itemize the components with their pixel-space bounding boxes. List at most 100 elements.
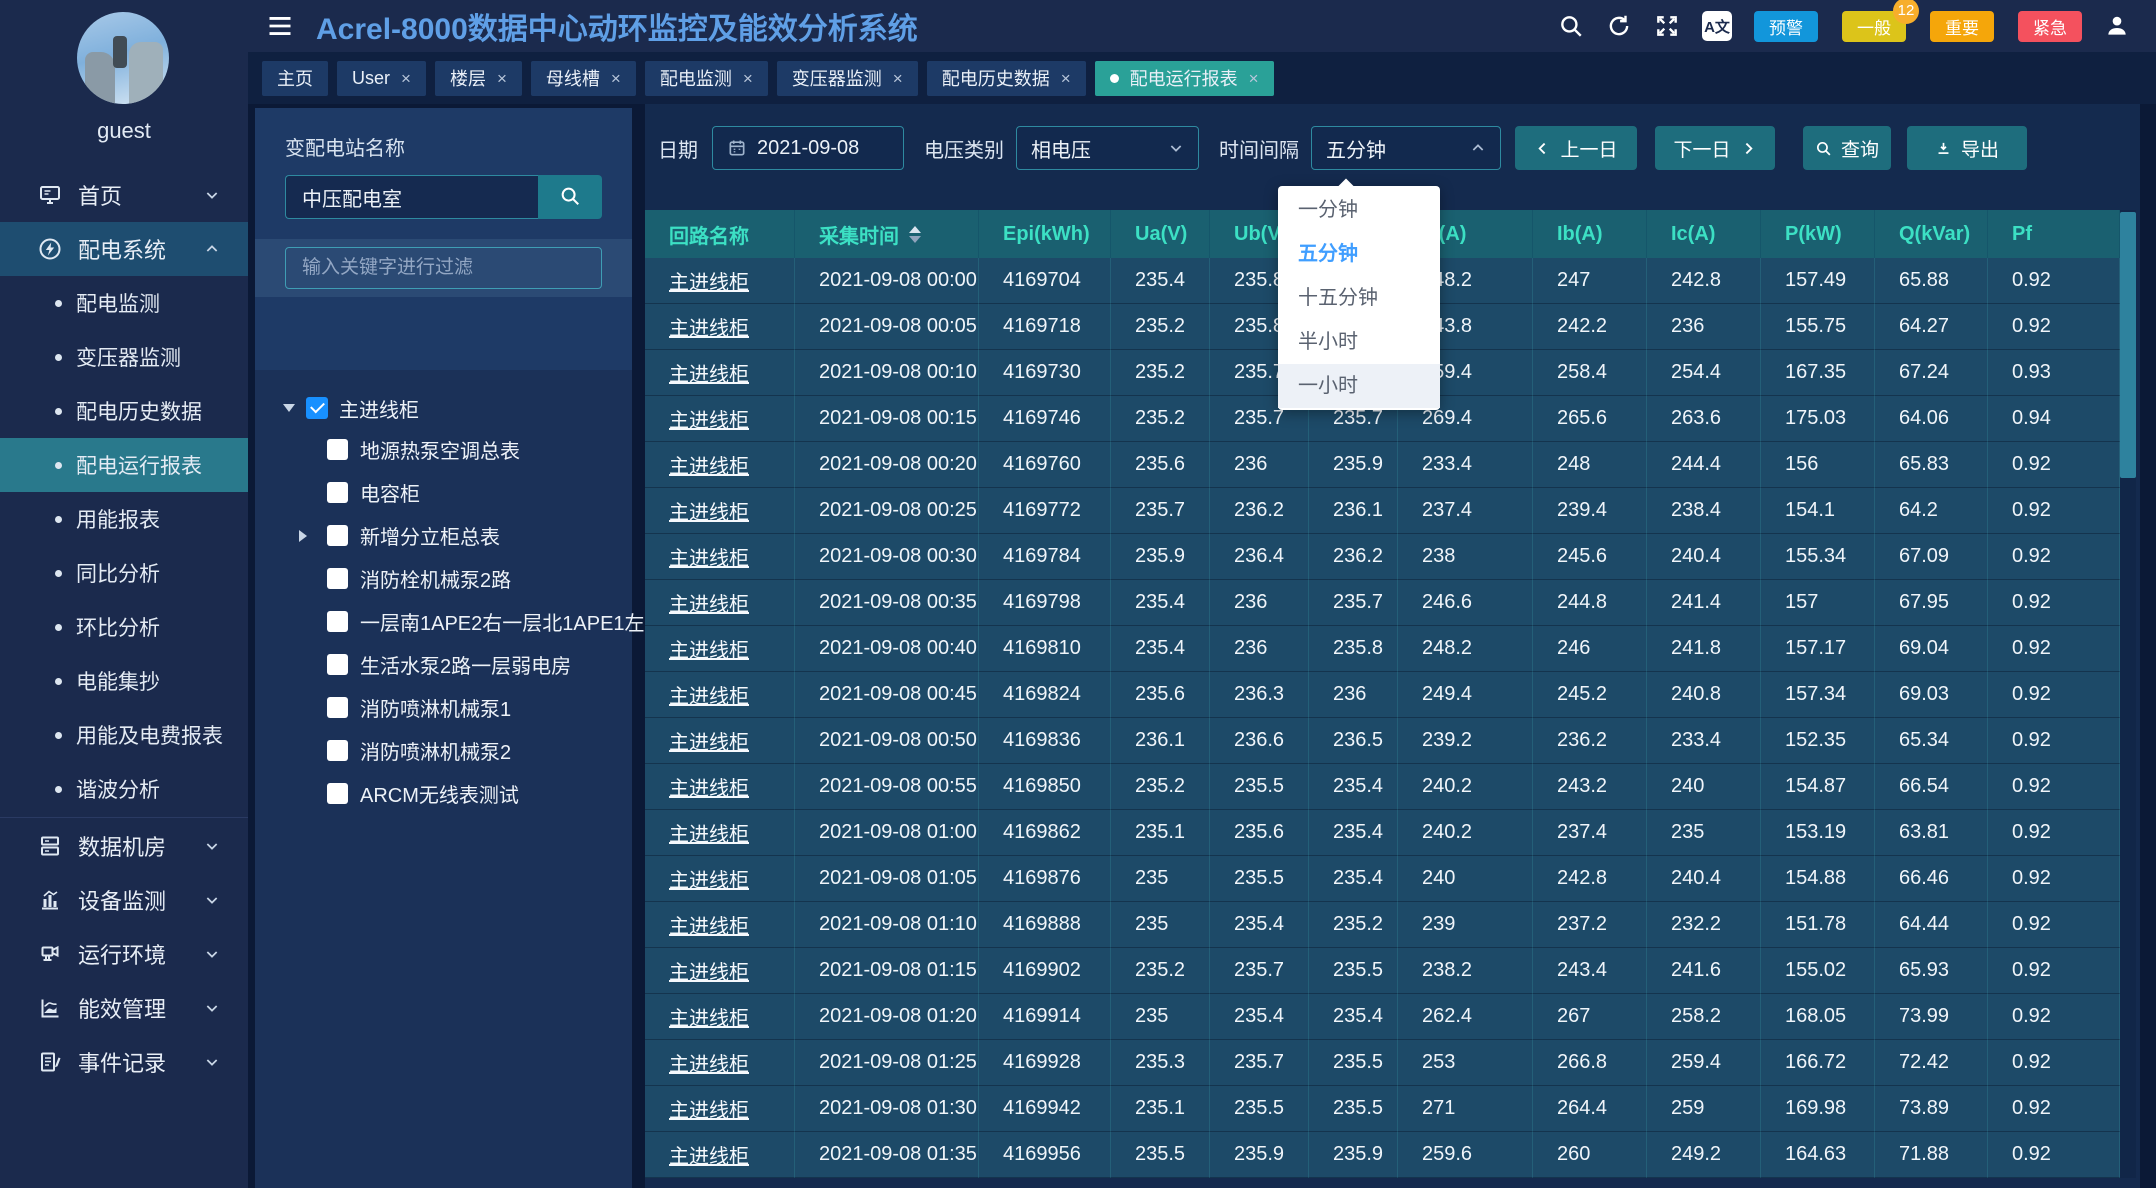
column-header[interactable]: 采集时间 <box>795 210 979 258</box>
checkbox-unchecked[interactable] <box>327 568 348 589</box>
circuit-link[interactable]: 主进线柜 <box>669 910 749 939</box>
tree-expand-icon[interactable] <box>299 700 315 716</box>
table-row[interactable]: 主进线柜 2021-09-08 01:20 4169914 235 235.4 … <box>645 994 2120 1040</box>
table-row[interactable]: 主进线柜 2021-09-08 00:20 4169760 235.6 236 … <box>645 442 2120 488</box>
circuit-link[interactable]: 主进线柜 <box>669 1094 749 1123</box>
interval-select[interactable]: 五分钟 <box>1311 126 1501 170</box>
column-header[interactable]: Epi(kWh) <box>979 210 1111 258</box>
sidebar-subitem[interactable]: 电能集抄 <box>0 654 248 708</box>
user-icon[interactable] <box>2104 13 2130 39</box>
station-search-button[interactable] <box>538 175 602 219</box>
translate-icon[interactable]: A文 <box>1702 11 1732 41</box>
next-day-button[interactable]: 下一日 <box>1655 126 1775 170</box>
tree-item[interactable]: 生活水泵2路一层弱电房 <box>255 643 632 686</box>
alarm-button[interactable]: 一般 12 <box>1842 11 1906 42</box>
dropdown-option[interactable]: 一小时 <box>1278 364 1440 408</box>
circuit-link[interactable]: 主进线柜 <box>669 864 749 893</box>
circuit-link[interactable]: 主进线柜 <box>669 1002 749 1031</box>
column-header[interactable]: Ib(A) <box>1533 210 1647 258</box>
checkbox-unchecked[interactable] <box>327 482 348 503</box>
tree-expand-icon[interactable] <box>299 614 315 630</box>
table-row[interactable]: 主进线柜 2021-09-08 01:05 4169876 235 235.5 … <box>645 856 2120 902</box>
tree-expand-icon[interactable] <box>299 528 315 544</box>
circuit-link[interactable]: 主进线柜 <box>669 358 749 387</box>
tree-expand-icon[interactable] <box>299 571 315 587</box>
tab[interactable]: 配电历史数据 <box>927 61 1086 96</box>
close-icon[interactable] <box>1061 70 1071 87</box>
refresh-icon[interactable] <box>1606 13 1632 39</box>
tree-item[interactable]: 电容柜 <box>255 471 632 514</box>
sidebar-subitem[interactable]: 配电历史数据 <box>0 384 248 438</box>
sidebar-item-home[interactable]: 首页 <box>0 168 248 222</box>
date-input[interactable]: 2021-09-08 <box>712 126 904 170</box>
sidebar-item-group[interactable]: 能效管理 <box>0 981 248 1035</box>
checkbox-unchecked[interactable] <box>327 697 348 718</box>
dropdown-option[interactable]: 半小时 <box>1278 320 1440 364</box>
sidebar-subitem[interactable]: 用能及电费报表 <box>0 708 248 762</box>
fullscreen-icon[interactable] <box>1654 13 1680 39</box>
column-header[interactable]: 回路名称 <box>645 210 795 258</box>
tree-item[interactable]: 消防喷淋机械泵1 <box>255 686 632 729</box>
tree-item[interactable]: 新增分立柜总表 <box>255 514 632 557</box>
circuit-link[interactable]: 主进线柜 <box>669 818 749 847</box>
circuit-link[interactable]: 主进线柜 <box>669 266 749 295</box>
sidebar-item-power[interactable]: 配电系统 <box>0 222 248 276</box>
dropdown-option[interactable]: 一分钟 <box>1278 188 1440 232</box>
tab[interactable]: 主页 <box>262 61 328 96</box>
tree-collapse-icon[interactable] <box>283 404 295 412</box>
table-row[interactable]: 主进线柜 2021-09-08 01:15 4169902 235.2 235.… <box>645 948 2120 994</box>
tab[interactable]: 配电监测 <box>645 61 768 96</box>
tree-root-item[interactable]: 主进线柜 <box>255 388 632 428</box>
sidebar-item-group[interactable]: 设备监测 <box>0 873 248 927</box>
query-button[interactable]: 查询 <box>1803 126 1891 170</box>
circuit-link[interactable]: 主进线柜 <box>669 1140 749 1169</box>
tree-expand-icon[interactable] <box>299 442 315 458</box>
sidebar-subitem[interactable]: 环比分析 <box>0 600 248 654</box>
checkbox-unchecked[interactable] <box>327 611 348 632</box>
circuit-link[interactable]: 主进线柜 <box>669 542 749 571</box>
close-icon[interactable] <box>401 70 411 87</box>
table-row[interactable]: 主进线柜 2021-09-08 01:25 4169928 235.3 235.… <box>645 1040 2120 1086</box>
sort-desc-icon[interactable] <box>909 236 921 243</box>
column-header[interactable]: Pf <box>1988 210 2120 258</box>
close-icon[interactable] <box>743 70 753 87</box>
circuit-link[interactable]: 主进线柜 <box>669 312 749 341</box>
table-row[interactable]: 主进线柜 2021-09-08 00:50 4169836 236.1 236.… <box>645 718 2120 764</box>
alarm-button[interactable]: 重要 <box>1930 11 1994 42</box>
table-row[interactable]: 主进线柜 2021-09-08 00:55 4169850 235.2 235.… <box>645 764 2120 810</box>
checkbox-unchecked[interactable] <box>327 783 348 804</box>
voltage-type-select[interactable]: 相电压 <box>1016 126 1199 170</box>
table-row[interactable]: 主进线柜 2021-09-08 00:40 4169810 235.4 236 … <box>645 626 2120 672</box>
circuit-link[interactable]: 主进线柜 <box>669 404 749 433</box>
close-icon[interactable] <box>611 70 621 87</box>
tab[interactable]: 变压器监测 <box>777 61 918 96</box>
close-icon[interactable] <box>497 70 507 87</box>
sidebar-subitem[interactable]: 同比分析 <box>0 546 248 600</box>
sidebar-subitem[interactable]: 配电运行报表 <box>0 438 248 492</box>
close-icon[interactable] <box>893 70 903 87</box>
table-row[interactable]: 主进线柜 2021-09-08 01:00 4169862 235.1 235.… <box>645 810 2120 856</box>
column-header[interactable]: Q(kVar) <box>1875 210 1988 258</box>
circuit-link[interactable]: 主进线柜 <box>669 588 749 617</box>
sort-icons[interactable] <box>909 226 921 243</box>
tree-item[interactable]: 一层南1APE2右一层北1APE1左 <box>255 600 632 643</box>
column-header[interactable]: P(kW) <box>1761 210 1875 258</box>
circuit-link[interactable]: 主进线柜 <box>669 496 749 525</box>
station-search-input[interactable] <box>285 175 538 219</box>
tree-expand-icon[interactable] <box>299 743 315 759</box>
checkbox-unchecked[interactable] <box>327 654 348 675</box>
tree-item[interactable]: 地源热泵空调总表 <box>255 428 632 471</box>
tab[interactable]: 母线槽 <box>531 61 636 96</box>
table-row[interactable]: 主进线柜 2021-09-08 00:30 4169784 235.9 236.… <box>645 534 2120 580</box>
sidebar-subitem[interactable]: 用能报表 <box>0 492 248 546</box>
tree-item[interactable]: ARCM无线表测试 <box>255 772 632 815</box>
tree-item[interactable]: 消防栓机械泵2路 <box>255 557 632 600</box>
close-icon[interactable] <box>1249 70 1259 87</box>
sidebar-subitem[interactable]: 谐波分析 <box>0 762 248 816</box>
sort-asc-icon[interactable] <box>909 226 921 233</box>
table-row[interactable]: 主进线柜 2021-09-08 00:35 4169798 235.4 236 … <box>645 580 2120 626</box>
checkbox-checked[interactable] <box>306 397 328 419</box>
scrollbar-thumb[interactable] <box>2120 212 2136 478</box>
export-button[interactable]: 导出 <box>1907 126 2027 170</box>
circuit-link[interactable]: 主进线柜 <box>669 680 749 709</box>
